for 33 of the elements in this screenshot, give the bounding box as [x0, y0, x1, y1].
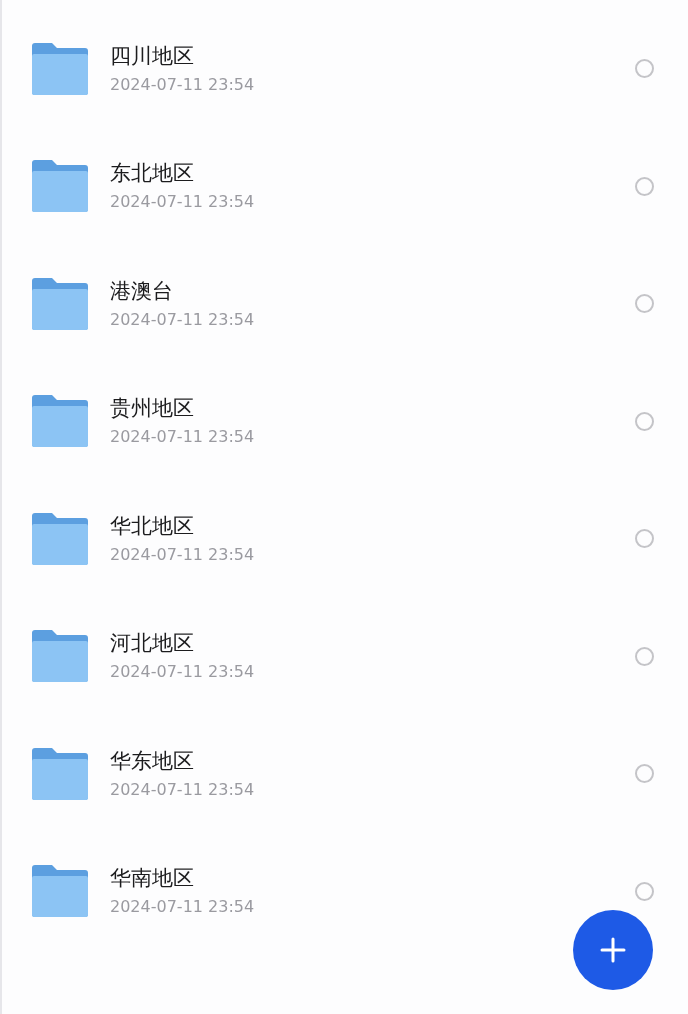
folder-name: 华东地区: [110, 748, 195, 774]
folder-name: 河北地区: [110, 631, 195, 657]
folder-name: 华南地区: [110, 866, 195, 892]
modified-date: 2024-07-11 23:54: [110, 309, 256, 329]
select-radio[interactable]: [635, 59, 654, 79]
modified-date: 2024-07-11 23:54: [110, 897, 256, 917]
folder-icon: [30, 629, 90, 684]
modified-date: 2024-07-11 23:54: [110, 427, 256, 447]
select-radio[interactable]: [635, 646, 654, 666]
folder-icon: [30, 746, 90, 801]
select-radio[interactable]: [635, 294, 654, 314]
select-radio[interactable]: [635, 411, 654, 431]
folder-icon: [30, 511, 90, 566]
folder-name: 华北地区: [110, 513, 195, 539]
folder-icon: [30, 159, 90, 214]
folder-name: 东北地区: [110, 161, 195, 187]
select-radio[interactable]: [635, 529, 654, 549]
select-radio[interactable]: [635, 881, 654, 901]
folder-icon: [30, 276, 90, 331]
modified-date: 2024-07-11 23:54: [110, 74, 256, 94]
folder-name: 贵州地区: [110, 396, 195, 422]
folder-name: 港澳台: [110, 278, 174, 304]
select-radio[interactable]: [635, 176, 654, 196]
modified-date: 2024-07-11 23:54: [110, 662, 256, 682]
modified-date: 2024-07-11 23:54: [110, 779, 256, 799]
folder-icon: [30, 394, 90, 449]
folder-icon: [30, 41, 90, 96]
select-radio[interactable]: [635, 764, 654, 784]
folder-name: 四川地区: [110, 43, 195, 69]
plus-icon: [600, 937, 626, 963]
modified-date: 2024-07-11 23:54: [110, 192, 256, 212]
folder-icon: [30, 864, 90, 919]
modified-date: 2024-07-11 23:54: [110, 544, 256, 564]
